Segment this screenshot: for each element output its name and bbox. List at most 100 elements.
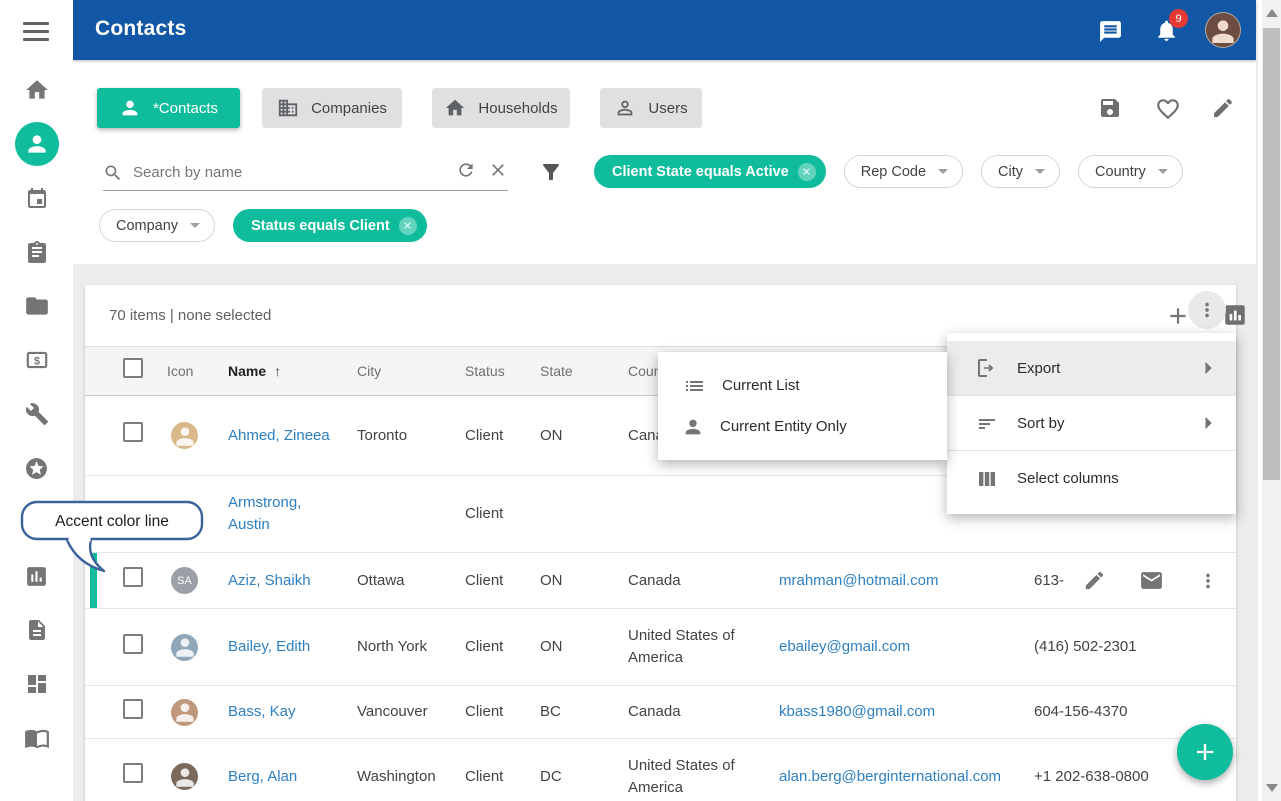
filter-chip-client-state[interactable]: Client State equals Active	[594, 155, 826, 188]
scroll-up-icon[interactable]	[1266, 9, 1278, 17]
refresh-icon[interactable]	[456, 160, 476, 185]
column-header-status[interactable]: Status	[465, 360, 540, 382]
email-link[interactable]: kbass1980@gmail.com	[779, 703, 935, 720]
contact-name-link[interactable]: Bass, Kay	[228, 703, 296, 720]
table-row[interactable]: Bailey, Edith North York Client ON Unite…	[85, 609, 1236, 686]
contact-name-link[interactable]: Berg, Alan	[228, 768, 297, 785]
sidebar-item-billing[interactable]: $	[0, 333, 73, 387]
filter-chip-status[interactable]: Status equals Client	[233, 209, 427, 242]
page-title: Contacts	[95, 17, 186, 41]
row-checkbox[interactable]	[123, 422, 143, 442]
tab-users[interactable]: Users	[600, 88, 702, 128]
filter-chip-country[interactable]: Country	[1078, 155, 1183, 188]
hamburger-menu-icon[interactable]	[23, 22, 49, 42]
menu-item-select-columns[interactable]: Select columns	[947, 451, 1236, 506]
favorite-button[interactable]	[1155, 96, 1181, 127]
chat-icon[interactable]	[1098, 19, 1123, 49]
search-input[interactable]	[133, 164, 444, 181]
table-row[interactable]: Bass, Kay Vancouver Client BC Canada kba…	[85, 686, 1236, 739]
tab-contacts[interactable]: *Contacts	[97, 88, 240, 128]
wrench-icon	[25, 402, 49, 426]
add-contact-fab[interactable]	[1177, 724, 1233, 780]
filter-panel: *Contacts Companies Households Users Cli…	[73, 60, 1256, 264]
save-view-button[interactable]	[1098, 96, 1122, 125]
sidebar-item-tools[interactable]	[0, 387, 73, 441]
state-cell: ON	[540, 636, 628, 658]
scroll-down-icon[interactable]	[1266, 784, 1278, 792]
row-checkbox[interactable]	[123, 634, 143, 654]
phone-cell: (416) 502-2301	[1034, 636, 1236, 658]
sidebar-item-files[interactable]	[0, 279, 73, 333]
chevron-down-icon	[1035, 169, 1045, 174]
contacts-active-icon	[15, 122, 59, 166]
email-link[interactable]: mrahman@hotmail.com	[779, 572, 938, 589]
tab-companies[interactable]: Companies	[262, 88, 402, 128]
remove-filter-icon[interactable]	[798, 163, 816, 181]
heart-icon	[1155, 96, 1181, 122]
notifications-bell-icon[interactable]: 9	[1154, 18, 1179, 48]
contact-name-link[interactable]: Armstrong, Austin	[228, 494, 301, 533]
sidebar-item-home[interactable]	[0, 63, 73, 117]
email-row-icon[interactable]	[1139, 568, 1164, 593]
column-header-city[interactable]: City	[357, 360, 465, 382]
city-cell: Ottawa	[357, 570, 465, 592]
list-icon	[682, 374, 706, 398]
row-checkbox[interactable]	[123, 567, 143, 587]
avatar	[171, 501, 198, 528]
row-checkbox[interactable]	[123, 501, 143, 521]
edit-row-icon[interactable]	[1083, 569, 1106, 592]
contact-name-link[interactable]: Aziz, Shaikh	[228, 572, 311, 589]
star-circle-icon	[24, 456, 49, 481]
country-cell: United States of America	[628, 755, 779, 799]
avatar	[171, 634, 198, 661]
menu-item-current-entity-only[interactable]: Current Entity Only	[658, 406, 947, 447]
chevron-down-icon	[190, 223, 200, 228]
more-vertical-icon[interactable]	[1188, 291, 1226, 329]
sidebar-item-analytics[interactable]	[0, 549, 73, 603]
tab-households[interactable]: Households	[432, 88, 570, 128]
contact-name-link[interactable]: Bailey, Edith	[228, 638, 310, 655]
clear-search-icon[interactable]	[488, 160, 508, 185]
user-avatar[interactable]	[1205, 12, 1241, 48]
table-options-menu: Export Sort by Select columns	[947, 333, 1236, 514]
filter-chip-rep-code[interactable]: Rep Code	[844, 155, 963, 188]
column-header-state[interactable]: State	[540, 360, 628, 382]
state-cell: ON	[540, 425, 628, 447]
menu-item-export[interactable]: Export	[947, 341, 1236, 396]
state-cell: BC	[540, 701, 628, 723]
menu-item-current-list[interactable]: Current List	[658, 365, 947, 406]
row-menu-icon[interactable]	[1197, 570, 1219, 592]
email-link[interactable]: ebailey@gmail.com	[779, 638, 910, 655]
page-scrollbar[interactable]	[1262, 0, 1281, 801]
chart-view-icon[interactable]	[1222, 302, 1248, 333]
columns-icon	[975, 467, 999, 491]
column-header-name[interactable]: Name↑	[228, 360, 357, 382]
filter-funnel-icon[interactable]	[539, 160, 563, 189]
table-row[interactable]: SA Aziz, Shaikh Ottawa Client ON Canada …	[85, 553, 1236, 609]
sidebar-item-contacts[interactable]	[0, 117, 73, 171]
email-link[interactable]: alan.berg@berginternational.com	[779, 768, 1001, 785]
edit-button[interactable]	[1211, 96, 1235, 125]
sidebar-item-calendar[interactable]	[0, 171, 73, 225]
avatar	[171, 699, 198, 726]
sidebar-item-tasks[interactable]	[0, 225, 73, 279]
sidebar-item-documents[interactable]	[0, 603, 73, 657]
sidebar-item-featured[interactable]	[0, 441, 73, 495]
sidebar-item-library[interactable]	[0, 711, 73, 765]
contact-name-link[interactable]: Ahmed, Zineea	[228, 427, 330, 444]
row-checkbox[interactable]	[123, 699, 143, 719]
sidebar-item-dashboard[interactable]	[0, 657, 73, 711]
bar-chart-icon	[24, 564, 49, 589]
filter-chip-city[interactable]: City	[981, 155, 1060, 188]
app-header: Contacts 9	[73, 0, 1256, 60]
select-all-checkbox[interactable]	[123, 358, 143, 378]
house-icon	[444, 97, 466, 119]
row-checkbox[interactable]	[123, 763, 143, 783]
column-header-icon[interactable]: Icon	[167, 360, 228, 382]
remove-filter-icon[interactable]	[399, 217, 417, 235]
export-icon	[975, 356, 999, 380]
table-row[interactable]: Berg, Alan Washington Client DC United S…	[85, 739, 1236, 801]
scrollbar-thumb[interactable]	[1263, 28, 1280, 480]
filter-chip-company[interactable]: Company	[99, 209, 215, 242]
menu-item-sort-by[interactable]: Sort by	[947, 396, 1236, 451]
